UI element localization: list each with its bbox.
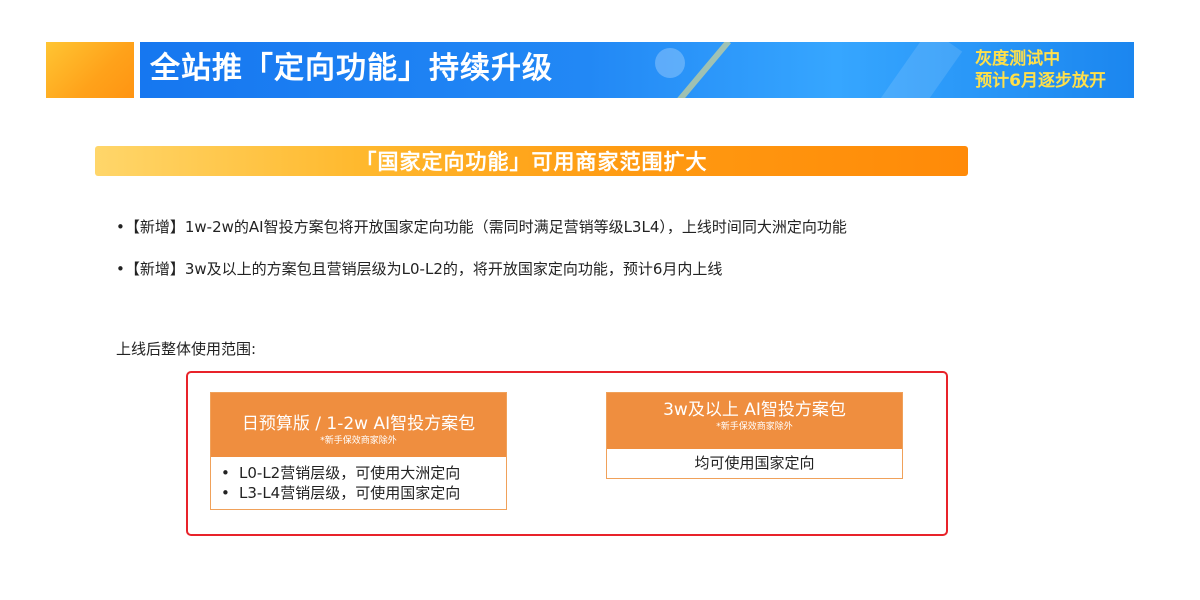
section-banner-text: 「国家定向功能」可用商家范围扩大 [355, 150, 708, 174]
bullet-item: •【新增】3w及以上的方案包且营销层级为L0-L2的，将开放国家定向功能，预计6… [116, 260, 723, 278]
card-header: 3w及以上 AI智投方案包 *新手保效商家除外 [607, 393, 902, 449]
scope-label: 上线后整体使用范围: [116, 340, 257, 358]
decor-circle-icon [655, 48, 685, 78]
decor-band-icon [877, 42, 963, 98]
list-item: L3-L4营销层级，可使用国家定向 [221, 483, 506, 503]
status-badge: 灰度测试中 预计6月逐步放开 [975, 48, 1106, 92]
list-item: L0-L2营销层级，可使用大洲定向 [221, 463, 506, 483]
status-badge-line2: 预计6月逐步放开 [975, 71, 1106, 91]
card-header: 日预算版 / 1-2w AI智投方案包 *新手保效商家除外 [211, 393, 506, 457]
card-title: 3w及以上 AI智投方案包 [663, 400, 846, 420]
scope-card-daily-budget: 日预算版 / 1-2w AI智投方案包 *新手保效商家除外 L0-L2营销层级，… [210, 392, 507, 510]
status-badge-line1: 灰度测试中 [975, 49, 1061, 69]
card-note: *新手保效商家除外 [716, 422, 793, 432]
card-body: 均可使用国家定向 [694, 454, 815, 472]
card-title: 日预算版 / 1-2w AI智投方案包 [241, 414, 476, 434]
card-note: *新手保效商家除外 [320, 436, 397, 446]
page-title: 全站推「定向功能」持续升级 [150, 51, 553, 86]
section-banner: 「国家定向功能」可用商家范围扩大 [95, 146, 968, 176]
header-accent-block [46, 42, 134, 98]
decor-stroke-icon [674, 42, 732, 98]
scope-card-3w-plus: 3w及以上 AI智投方案包 *新手保效商家除外 均可使用国家定向 [606, 392, 903, 479]
bullet-item: •【新增】1w-2w的AI智投方案包将开放国家定向功能（需同时满足营销等级L3L… [116, 218, 847, 236]
header-bar: 全站推「定向功能」持续升级 灰度测试中 预计6月逐步放开 [140, 42, 1134, 98]
card-list: L0-L2营销层级，可使用大洲定向 L3-L4营销层级，可使用国家定向 [211, 457, 506, 503]
